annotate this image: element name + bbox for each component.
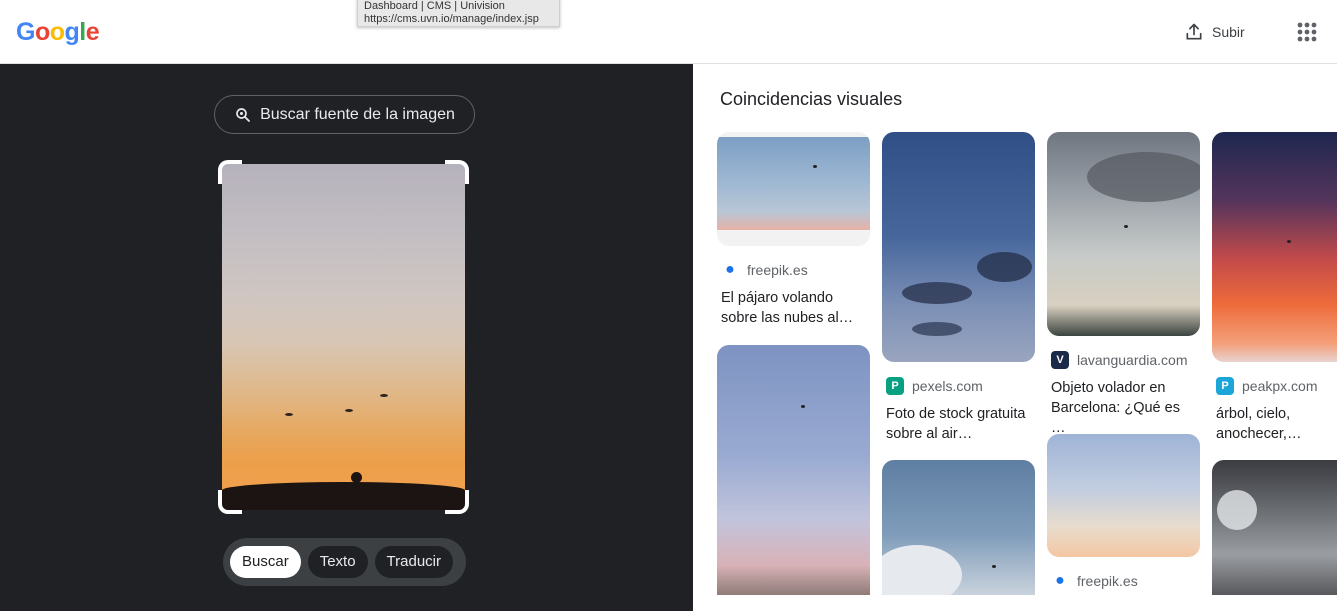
crop-handle-bottom-right[interactable]	[445, 490, 469, 514]
result-thumbnail	[1047, 434, 1200, 557]
pexels-icon: P	[886, 377, 904, 395]
result-source: pexels.com	[912, 378, 983, 394]
mode-selector: Buscar Texto Traducir	[223, 538, 466, 586]
find-image-source-label: Buscar fuente de la imagen	[260, 105, 455, 123]
result-thumbnail	[1047, 132, 1200, 336]
result-caption: Foto de stock gratuita sobre al air…	[886, 406, 1026, 442]
mode-translate-button[interactable]: Traducir	[374, 546, 454, 578]
find-image-source-button[interactable]: Buscar fuente de la imagen	[214, 95, 475, 134]
query-image-panel: Buscar fuente de la imagen Buscar Texto …	[0, 64, 693, 611]
result-card[interactable]: V lavanguardia.com Objeto volador en Bar…	[1047, 132, 1200, 438]
result-source: lavanguardia.com	[1077, 352, 1188, 368]
logo-letter: g	[64, 18, 80, 46]
logo-letter: G	[16, 18, 35, 46]
result-caption: árbol, cielo, anochecer,…	[1216, 406, 1302, 442]
lavanguardia-icon: V	[1051, 351, 1069, 369]
mode-text-button[interactable]: Texto	[307, 546, 368, 578]
peakpx-icon: P	[1216, 377, 1234, 395]
result-thumbnail	[882, 460, 1035, 595]
result-card[interactable]	[717, 345, 870, 595]
result-thumbnail	[717, 345, 870, 595]
result-source: peakpx.com	[1242, 378, 1318, 394]
browser-tooltip: Dashboard | CMS | Univision https://cms.…	[357, 0, 560, 27]
crop-handle-top-left[interactable]	[218, 160, 242, 184]
result-thumbnail	[717, 132, 870, 246]
logo-letter: e	[85, 18, 100, 46]
result-card[interactable]: ● freepik.es	[1047, 434, 1200, 590]
crop-selection[interactable]	[218, 160, 469, 514]
result-caption: Objeto volador en Barcelona: ¿Qué es …	[1051, 380, 1180, 436]
result-source: freepik.es	[747, 262, 808, 278]
mode-search-button[interactable]: Buscar	[230, 546, 301, 578]
google-logo[interactable]: Google	[16, 18, 100, 47]
crop-handle-top-right[interactable]	[445, 160, 469, 184]
freepik-icon: ●	[1051, 572, 1069, 590]
result-source: freepik.es	[1077, 573, 1138, 589]
upload-icon	[1186, 23, 1202, 40]
tooltip-url: https://cms.uvn.io/manage/index.jsp	[364, 13, 539, 25]
logo-letter: o	[34, 18, 50, 46]
result-card[interactable]	[882, 460, 1035, 595]
result-card[interactable]: ● freepik.es El pájaro volando sobre las…	[717, 132, 870, 328]
result-thumbnail	[1212, 132, 1337, 362]
apps-grid-icon[interactable]	[1293, 18, 1321, 46]
crop-handle-bottom-left[interactable]	[218, 490, 242, 514]
query-image	[222, 164, 465, 510]
top-bar: Google Subir	[0, 0, 1337, 64]
freepik-icon: ●	[721, 261, 739, 279]
result-card[interactable]: P peakpx.com árbol, cielo, anochecer,…	[1212, 132, 1337, 444]
upload-label: Subir	[1212, 24, 1245, 40]
upload-button[interactable]: Subir	[1176, 16, 1253, 48]
result-caption: El pájaro volando sobre las nubes al…	[721, 290, 854, 326]
lens-search-icon	[236, 107, 250, 122]
result-thumbnail	[882, 132, 1035, 362]
tooltip-title: Dashboard | CMS | Univision	[364, 0, 505, 12]
result-card[interactable]: P pexels.com Foto de stock gratuita sobr…	[882, 132, 1035, 444]
result-thumbnail	[1212, 460, 1337, 595]
result-card[interactable]	[1212, 460, 1337, 595]
results-title: Coincidencias visuales	[720, 89, 903, 109]
results-panel: Coincidencias visuales ● freepik.es El p…	[693, 64, 1337, 611]
logo-letter: o	[49, 18, 65, 46]
